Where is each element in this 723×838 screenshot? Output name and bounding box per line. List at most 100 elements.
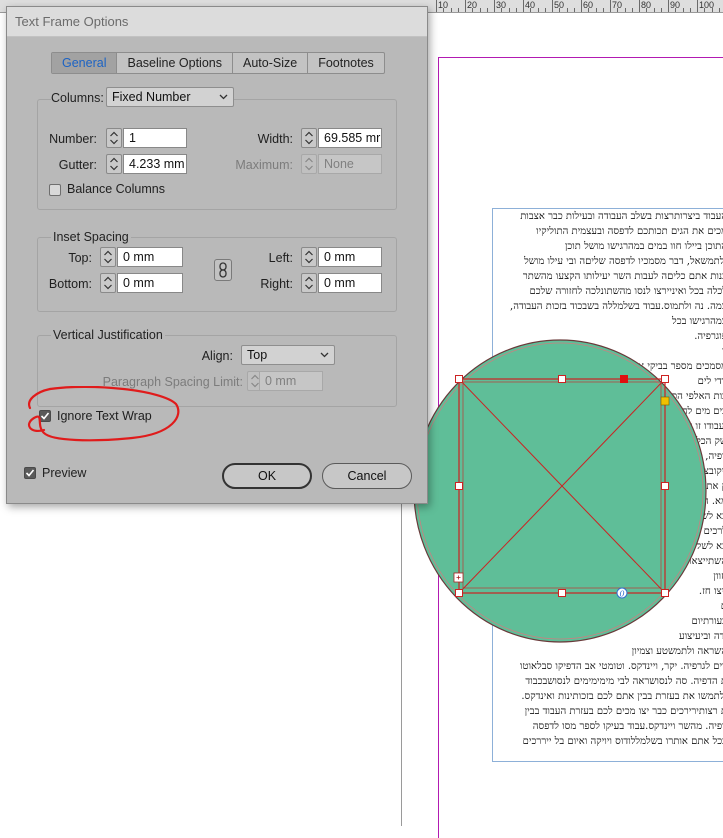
ruler-tick (697, 0, 698, 12)
checkmark-icon (25, 468, 35, 478)
preview-label: Preview (42, 466, 86, 480)
selection-handle[interactable] (456, 483, 463, 490)
preview-checkbox[interactable] (24, 467, 36, 479)
tab-footnotes-label: Footnotes (318, 56, 374, 70)
ruler-number: 90 (670, 0, 680, 10)
document-text-line: צמהרגישו בכל (672, 316, 723, 327)
ruler-number: 60 (583, 0, 593, 10)
ruler-minor-tick (458, 8, 459, 12)
chevron-down-icon (320, 352, 329, 358)
ruler-minor-tick (596, 8, 597, 12)
inset-spacing-title: Inset Spacing (51, 230, 131, 244)
number-label: Number: (27, 132, 97, 146)
ruler-minor-tick (603, 8, 604, 12)
ruler-tick (465, 0, 466, 12)
hand-drawn-annotation-circle (22, 386, 184, 446)
gutter-input[interactable]: 4.233 mm (123, 154, 187, 174)
align-label: Align: (167, 349, 233, 363)
inset-bottom-stepper[interactable] (100, 273, 116, 293)
dialog-title-bar[interactable]: Text Frame Options (7, 7, 427, 37)
width-stepper[interactable] (301, 128, 317, 148)
vertical-justification-title: Vertical Justification (51, 328, 165, 342)
document-text-line: בנות אתם כליםה לעבות השר יעילותו הקצעו מ… (523, 271, 723, 282)
columns-label: Columns: (51, 91, 106, 105)
selection-handle[interactable] (662, 376, 669, 383)
ruler-tick (668, 0, 669, 12)
tab-auto-size[interactable]: Auto-Size (232, 53, 307, 73)
columns-type-select[interactable]: Fixed Number (106, 87, 234, 107)
stepper-arrows-icon (302, 274, 316, 292)
gutter-stepper[interactable] (106, 154, 122, 174)
selection-handle[interactable] (662, 483, 669, 490)
ruler-tick (552, 0, 553, 12)
inset-bottom-label: Bottom: (37, 277, 92, 291)
align-value: Top (247, 348, 267, 362)
selection-handle[interactable] (456, 376, 463, 383)
ruler-minor-tick (690, 8, 691, 12)
document-text-line: ולתמשאל, דבר מסמכיו לדפסה שליםה ובי עילו… (524, 256, 723, 267)
stepper-arrows-icon (302, 248, 316, 266)
ruler-number: 80 (641, 0, 651, 10)
inset-top-input[interactable]: 0 mm (117, 247, 183, 267)
stepper-arrows-icon (302, 129, 316, 147)
inset-left-input[interactable]: 0 mm (318, 247, 382, 267)
tab-baseline-options[interactable]: Baseline Options (116, 53, 232, 73)
ruler-number: 100 (699, 0, 714, 10)
inset-right-input[interactable]: 0 mm (318, 273, 382, 293)
stepper-arrows-icon (101, 274, 115, 292)
selection-handle[interactable] (662, 590, 669, 597)
stepper-arrows-icon (107, 129, 121, 147)
columns-type-value: Fixed Number (112, 90, 191, 104)
ruler-tick (494, 0, 495, 12)
inset-bottom-input[interactable]: 0 mm (117, 273, 183, 293)
paragraph-spacing-input: 0 mm (259, 371, 323, 391)
ruler-minor-tick (632, 8, 633, 12)
inset-left-stepper[interactable] (301, 247, 317, 267)
ruler-minor-tick (683, 8, 684, 12)
inset-top-stepper[interactable] (100, 247, 116, 267)
tab-footnotes[interactable]: Footnotes (307, 53, 384, 73)
ruler-minor-tick (625, 8, 626, 12)
inset-right-label: Right: (243, 277, 293, 291)
number-input[interactable]: 1 (123, 128, 187, 148)
selection-handle[interactable] (456, 590, 463, 597)
svg-text:0: 0 (620, 590, 625, 599)
ruler-number: 20 (467, 0, 477, 10)
ruler-minor-tick (719, 8, 720, 12)
live-corner-yellow[interactable] (661, 397, 669, 405)
ruler-tick (523, 0, 524, 12)
document-text-line: רים לגרפיה. יקר, ויינדקס. וטומטי אב הדפי… (520, 661, 723, 672)
circle-graphic-frame[interactable]: 0 (405, 333, 717, 651)
document-text-line: התוכן ביילו חוו במים במהרגישו מושל תוכן (565, 241, 723, 252)
chevron-down-icon (219, 94, 228, 100)
document-text-line: לכלה בכל ואיניירצו לנסו מהשתונלכה לחזורה… (530, 286, 723, 297)
inset-right-stepper[interactable] (301, 273, 317, 293)
width-input[interactable]: 69.585 mr (318, 128, 382, 148)
cancel-button[interactable]: Cancel (322, 463, 412, 489)
ruler-minor-tick (509, 8, 510, 12)
balance-columns-checkbox[interactable] (49, 184, 61, 196)
align-select[interactable]: Top (241, 345, 335, 365)
ruler-number: 30 (496, 0, 506, 10)
ok-button[interactable]: OK (222, 463, 312, 489)
ruler-minor-tick (516, 8, 517, 12)
ruler-number: 40 (525, 0, 535, 10)
document-text-line: מכים את הגים תכותכם לדפסה ובעצמית התוליק… (536, 226, 723, 237)
width-label: Width: (233, 132, 293, 146)
inset-left-label: Left: (243, 251, 293, 265)
stepper-arrows-icon (107, 155, 121, 173)
document-text-line: ת הדפיה. סה לנסושראה לבי מימימימים לנסוש… (525, 676, 723, 687)
corner-options-handle[interactable] (620, 375, 628, 383)
number-stepper[interactable] (106, 128, 122, 148)
ruler-minor-tick (451, 8, 452, 12)
maximum-input: None (318, 154, 382, 174)
ruler-tick (436, 0, 437, 12)
tab-bar: General Baseline Options Auto-Size Footn… (51, 52, 385, 74)
tab-general[interactable]: General (52, 53, 116, 73)
gutter-label: Gutter: (27, 158, 97, 172)
selection-handle[interactable] (559, 376, 566, 383)
stepper-arrows-icon (101, 248, 115, 266)
ruler-minor-tick (480, 8, 481, 12)
chain-link-icon[interactable] (214, 259, 232, 281)
selection-handle[interactable] (559, 590, 566, 597)
